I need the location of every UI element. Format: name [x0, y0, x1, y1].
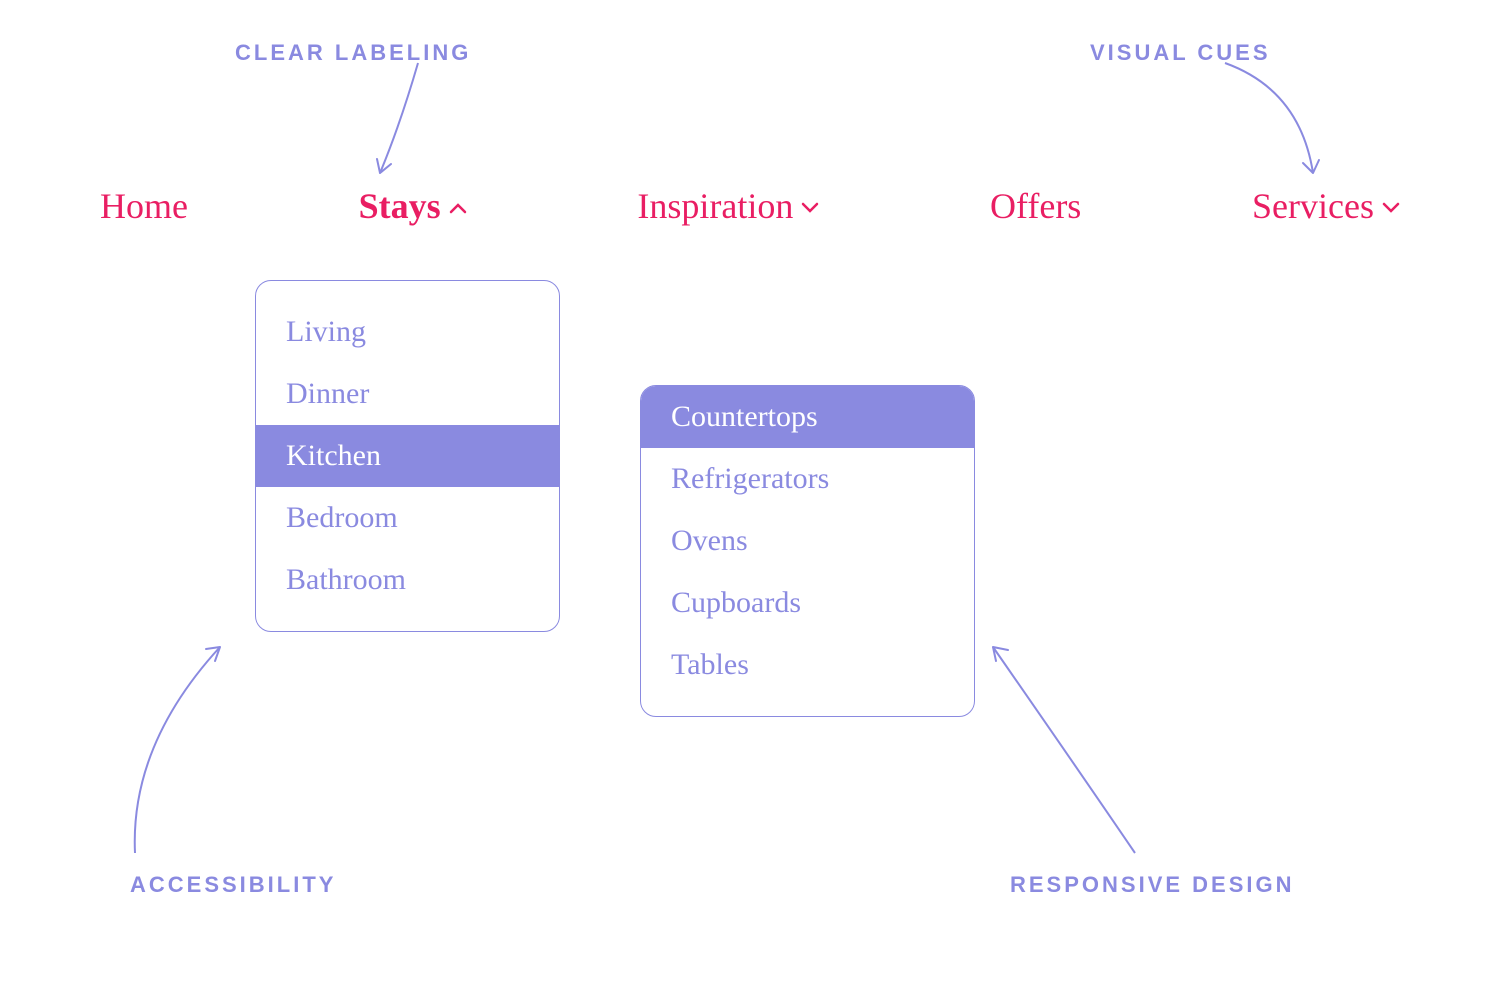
annotation-visual-cues: VISUAL CUES [1090, 40, 1271, 66]
dropdown-item-countertops[interactable]: Countertops [641, 386, 974, 448]
dropdown-item-refrigerators[interactable]: Refrigerators [641, 448, 974, 510]
nav-row: Home Stays Inspiration Offers Services [100, 185, 1400, 227]
nav-inspiration[interactable]: Inspiration [637, 185, 819, 227]
dropdown-kitchen-submenu: Countertops Refrigerators Ovens Cupboard… [640, 385, 975, 717]
annotation-clear-labeling: CLEAR LABELING [235, 40, 471, 66]
nav-stays-label: Stays [359, 185, 441, 227]
dropdown-item-kitchen[interactable]: Kitchen [256, 425, 559, 487]
dropdown-item-bathroom[interactable]: Bathroom [256, 549, 559, 611]
arrow-accessibility [90, 635, 240, 865]
dropdown-item-living[interactable]: Living [256, 301, 559, 363]
nav-offers-label: Offers [990, 185, 1081, 227]
arrow-visual-cues [1215, 55, 1345, 195]
annotation-responsive-design: RESPONSIVE DESIGN [1010, 872, 1295, 898]
dropdown-item-cupboards[interactable]: Cupboards [641, 572, 974, 634]
nav-services-label: Services [1252, 185, 1374, 227]
nav-services[interactable]: Services [1252, 185, 1400, 227]
annotation-accessibility: ACCESSIBILITY [130, 872, 336, 898]
nav-stays[interactable]: Stays [359, 185, 467, 227]
dropdown-item-dinner[interactable]: Dinner [256, 363, 559, 425]
nav-inspiration-label: Inspiration [637, 185, 793, 227]
chevron-up-icon [449, 198, 467, 218]
nav-home-label: Home [100, 185, 188, 227]
arrow-responsive-design [975, 635, 1155, 865]
dropdown-item-ovens[interactable]: Ovens [641, 510, 974, 572]
dropdown-item-bedroom[interactable]: Bedroom [256, 487, 559, 549]
chevron-down-icon [1382, 198, 1400, 218]
chevron-down-icon [801, 198, 819, 218]
nav-home[interactable]: Home [100, 185, 188, 227]
dropdown-stays: Living Dinner Kitchen Bedroom Bathroom [255, 280, 560, 632]
dropdown-item-tables[interactable]: Tables [641, 634, 974, 696]
arrow-clear-labeling [310, 55, 430, 195]
nav-offers[interactable]: Offers [990, 185, 1081, 227]
